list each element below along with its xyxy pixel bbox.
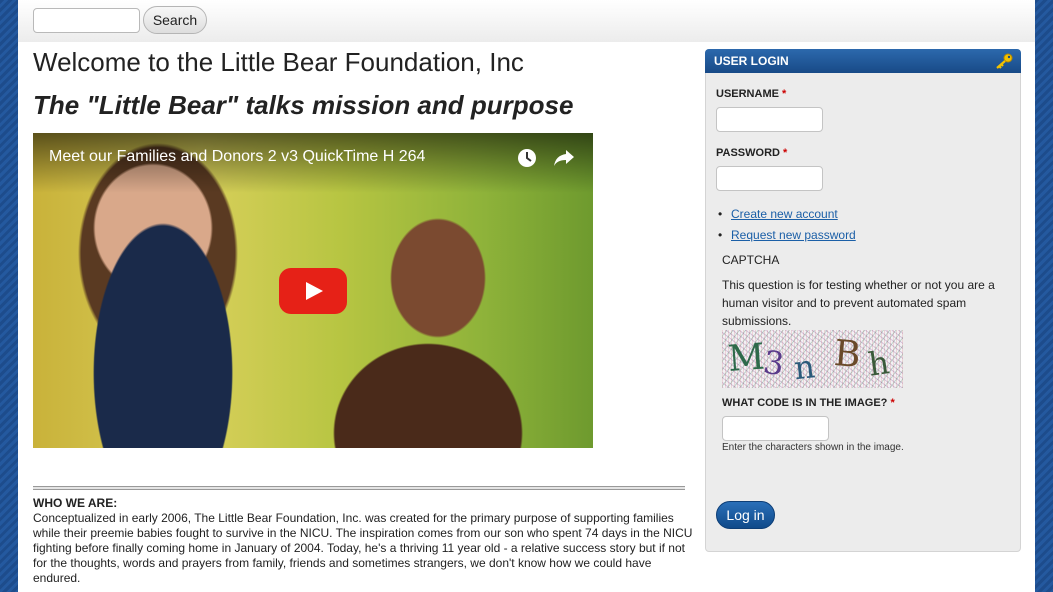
captcha-title: CAPTCHA: [722, 253, 780, 267]
captcha-question-label: WHAT CODE IS IN THE IMAGE? *: [722, 397, 895, 409]
share-arrow-icon[interactable]: [553, 148, 575, 168]
svg-text:B: B: [832, 333, 862, 376]
required-marker: *: [782, 88, 787, 100]
play-icon: [306, 282, 323, 300]
user-login-panel: USER LOGIN USERNAME * PASSWORD * Create …: [705, 49, 1021, 552]
search-button[interactable]: Search: [143, 6, 207, 34]
page-border-right: [1035, 0, 1053, 592]
request-password-link[interactable]: Request new password: [731, 228, 856, 242]
user-login-title: USER LOGIN: [714, 54, 789, 68]
svg-text:h: h: [866, 343, 892, 383]
username-field[interactable]: [716, 107, 823, 132]
search-input[interactable]: [33, 8, 140, 33]
page-title: Welcome to the Little Bear Foundation, I…: [33, 47, 524, 77]
page-border-left: [0, 0, 18, 592]
required-marker: *: [783, 147, 788, 159]
username-label: USERNAME *: [716, 88, 787, 100]
user-login-header: USER LOGIN: [705, 49, 1021, 73]
svg-text:3: 3: [761, 343, 786, 383]
who-we-are-heading: WHO WE ARE:: [33, 496, 118, 510]
play-button[interactable]: [279, 268, 347, 314]
list-item: Request new password: [718, 225, 856, 246]
log-in-button[interactable]: Log in: [716, 501, 775, 529]
page-subtitle: The "Little Bear" talks mission and purp…: [33, 90, 574, 120]
password-field[interactable]: [716, 166, 823, 191]
required-marker: *: [890, 397, 895, 409]
captcha-hint: Enter the characters shown in the image.: [722, 442, 904, 453]
account-links: Create new account Request new password: [718, 204, 856, 246]
password-label: PASSWORD *: [716, 147, 788, 159]
svg-text:n: n: [792, 347, 816, 387]
who-we-are-text: Conceptualized in early 2006, The Little…: [33, 511, 693, 585]
video-player[interactable]: Meet our Families and Donors 2 v3 QuickT…: [33, 133, 593, 448]
captcha-image: M 3 n B h: [722, 330, 903, 388]
captcha-description: This question is for testing whether or …: [722, 278, 995, 328]
key-icon: [996, 53, 1013, 69]
svg-text:M: M: [726, 336, 766, 379]
section-divider: [33, 486, 685, 490]
list-item: Create new account: [718, 204, 856, 225]
captcha-answer-field[interactable]: [722, 416, 829, 441]
clock-icon[interactable]: [517, 148, 537, 168]
create-account-link[interactable]: Create new account: [731, 207, 838, 221]
video-title[interactable]: Meet our Families and Donors 2 v3 QuickT…: [49, 148, 425, 166]
page: Search Welcome to the Little Bear Founda…: [18, 0, 1035, 592]
search-bar: Search: [18, 0, 1035, 42]
